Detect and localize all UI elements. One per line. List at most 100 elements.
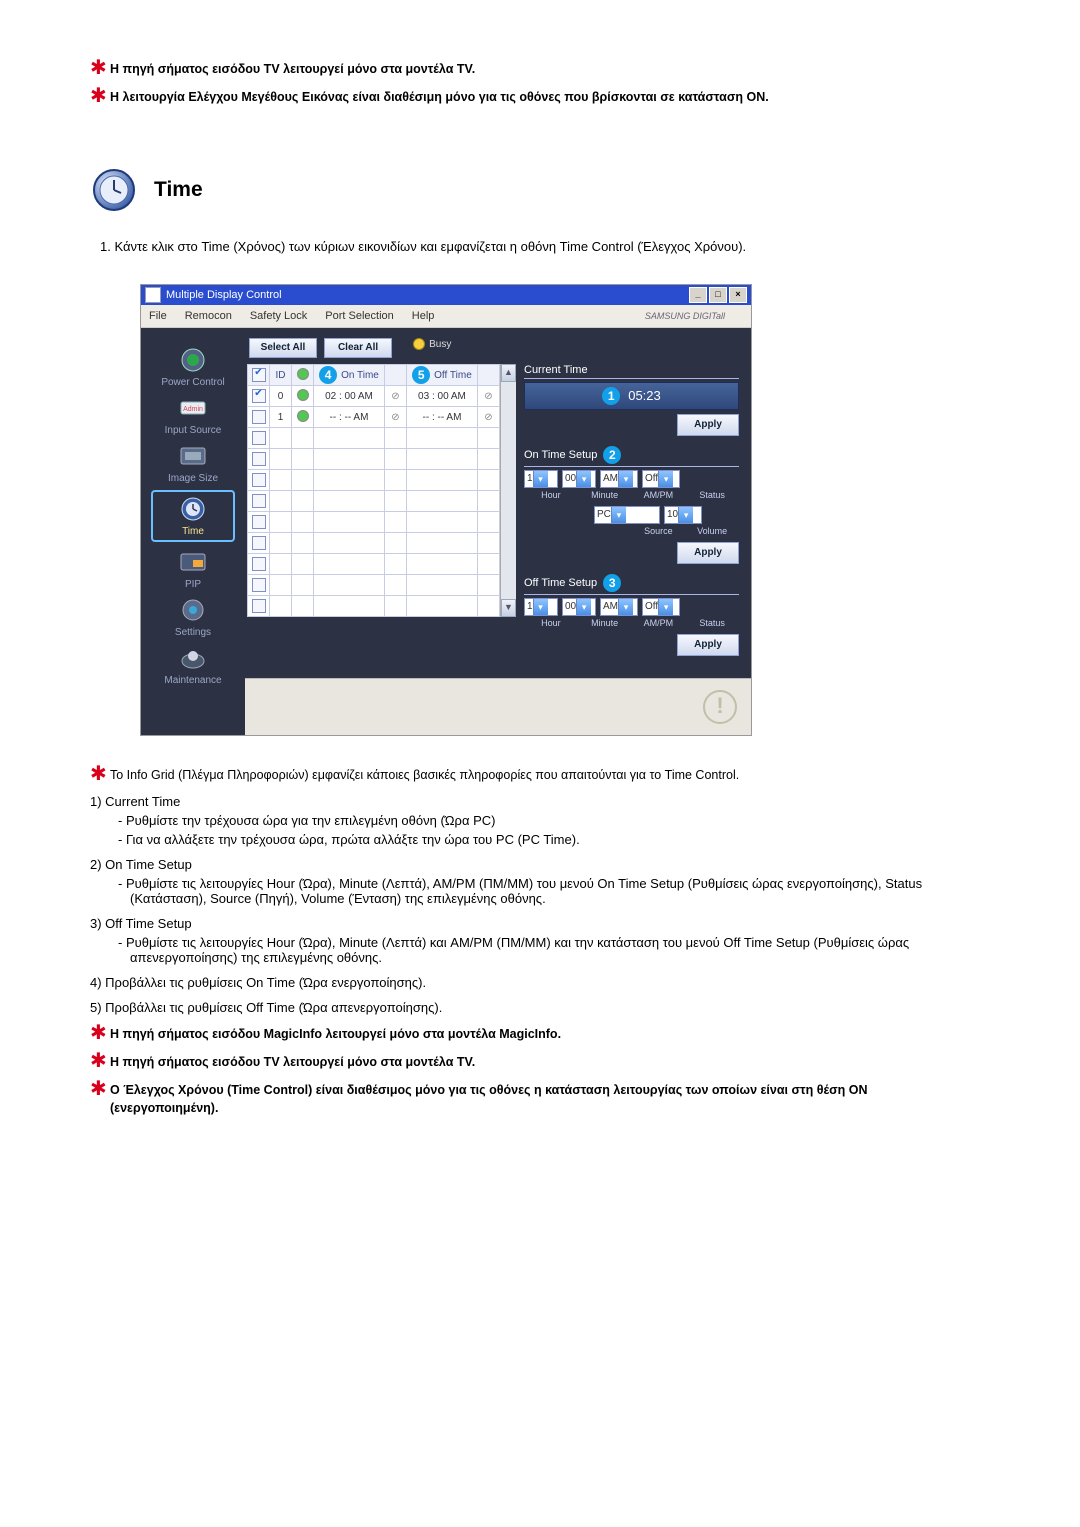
item-5: 5) Προβάλλει τις ρυθμίσεις Off Time (Ώρα… [90, 1000, 970, 1015]
col-off-time[interactable]: 5Off Time [406, 365, 477, 386]
col-checkbox[interactable] [248, 365, 270, 386]
row-on-led [384, 470, 406, 491]
dropdown-icon[interactable]: ▾ [618, 599, 633, 615]
close-button[interactable]: × [729, 287, 747, 303]
on-status-field[interactable]: Off▾ [642, 470, 680, 488]
table-row[interactable]: 002 : 00 AM⊘03 : 00 AM⊘ [248, 386, 500, 407]
row-off-led [477, 491, 499, 512]
row-checkbox[interactable] [248, 533, 270, 554]
dropdown-icon[interactable]: ▾ [618, 471, 633, 487]
select-all-button[interactable]: Select All [249, 338, 317, 358]
sidebar-item-settings[interactable]: Settings [153, 596, 233, 638]
col-off-led [477, 365, 499, 386]
row-checkbox[interactable] [248, 575, 270, 596]
note-text: Η πηγή σήματος εισόδου TV λειτουργεί μόν… [110, 1053, 475, 1071]
row-id [270, 533, 292, 554]
section-header: Time [90, 166, 970, 214]
sidebar-item-time[interactable]: Time [151, 490, 235, 542]
row-checkbox[interactable] [248, 386, 270, 407]
right-panel: Current Time 1 05:23 Apply On Time Setup… [516, 334, 747, 674]
table-scrollbar[interactable]: ▲ ▼ [500, 364, 516, 617]
menu-safety-lock[interactable]: Safety Lock [250, 310, 307, 322]
row-off-led: ⊘ [477, 386, 499, 407]
table-row[interactable] [248, 533, 500, 554]
sidebar-item-image-size[interactable]: Image Size [153, 442, 233, 484]
row-checkbox[interactable] [248, 428, 270, 449]
row-on-time: -- : -- AM [314, 407, 385, 428]
row-power-led [292, 512, 314, 533]
badge-3: 3 [603, 574, 621, 592]
off-hour-field[interactable]: 1▾ [524, 598, 558, 616]
apply-on-time-button[interactable]: Apply [677, 542, 739, 564]
table-row[interactable] [248, 491, 500, 512]
row-checkbox[interactable] [248, 449, 270, 470]
sidebar-item-power-control[interactable]: Power Control [153, 346, 233, 388]
off-status-field[interactable]: Off▾ [642, 598, 680, 616]
table-row[interactable] [248, 428, 500, 449]
minimize-button[interactable]: _ [689, 287, 707, 303]
info-icon: ! [703, 690, 737, 724]
col-id[interactable]: ID [270, 365, 292, 386]
dropdown-icon[interactable]: ▾ [658, 471, 673, 487]
table-row[interactable]: 1-- : -- AM⊘-- : -- AM⊘ [248, 407, 500, 428]
sidebar-item-pip[interactable]: PIP [153, 548, 233, 590]
menu-port-selection[interactable]: Port Selection [325, 310, 393, 322]
dropdown-icon[interactable]: ▾ [533, 599, 548, 615]
row-power-led [292, 428, 314, 449]
scroll-up-button[interactable]: ▲ [501, 364, 516, 382]
row-on-led [384, 491, 406, 512]
table-row[interactable] [248, 512, 500, 533]
sidebar-item-input-source[interactable]: Admin Input Source [153, 394, 233, 436]
dropdown-icon[interactable]: ▾ [678, 507, 693, 523]
row-on-time [314, 470, 385, 491]
dropdown-icon[interactable]: ▾ [576, 599, 591, 615]
table-row[interactable] [248, 596, 500, 617]
row-checkbox[interactable] [248, 491, 270, 512]
item-1b: Για να αλλάξετε την τρέχουσα ώρα, πρώτα … [118, 832, 970, 847]
maximize-button[interactable]: □ [709, 287, 727, 303]
dropdown-icon[interactable]: ▾ [533, 471, 548, 487]
row-on-time: 02 : 00 AM [314, 386, 385, 407]
item-3-title: 3) Off Time Setup [90, 916, 970, 931]
scroll-down-button[interactable]: ▼ [501, 599, 516, 617]
dropdown-icon[interactable]: ▾ [658, 599, 673, 615]
on-minute-field[interactable]: 00▾ [562, 470, 596, 488]
row-off-led: ⊘ [477, 407, 499, 428]
row-off-time [406, 512, 477, 533]
menu-help[interactable]: Help [412, 310, 435, 322]
off-ampm-field[interactable]: AM▾ [600, 598, 638, 616]
row-checkbox[interactable] [248, 596, 270, 617]
row-checkbox[interactable] [248, 554, 270, 575]
apply-current-time-button[interactable]: Apply [677, 414, 739, 436]
col-on-time[interactable]: 4On Time [314, 365, 385, 386]
table-row[interactable] [248, 470, 500, 491]
row-checkbox[interactable] [248, 407, 270, 428]
on-ampm-field[interactable]: AM▾ [600, 470, 638, 488]
table-row[interactable] [248, 554, 500, 575]
on-hour-field[interactable]: 1▾ [524, 470, 558, 488]
note-text: Το Info Grid (Πλέγμα Πληροφοριών) εμφανί… [110, 766, 739, 784]
row-id [270, 596, 292, 617]
menu-remocon[interactable]: Remocon [185, 310, 232, 322]
dropdown-icon[interactable]: ▾ [611, 507, 626, 523]
apply-off-time-button[interactable]: Apply [677, 634, 739, 656]
dropdown-icon[interactable]: ▾ [576, 471, 591, 487]
top-note-2: ✱ Η λειτουργία Ελέγχου Μεγέθους Εικόνας … [90, 88, 970, 106]
off-minute-field[interactable]: 00▾ [562, 598, 596, 616]
on-source-field[interactable]: PC▾ [594, 506, 660, 524]
row-on-led [384, 575, 406, 596]
busy-dot-icon [413, 338, 425, 350]
row-checkbox[interactable] [248, 470, 270, 491]
table-row[interactable] [248, 575, 500, 596]
row-power-led [292, 470, 314, 491]
on-volume-field[interactable]: 10▾ [664, 506, 702, 524]
row-on-time [314, 512, 385, 533]
row-on-led [384, 512, 406, 533]
clear-all-button[interactable]: Clear All [324, 338, 392, 358]
table-row[interactable] [248, 449, 500, 470]
sidebar-item-maintenance[interactable]: Maintenance [153, 644, 233, 686]
col-power[interactable] [292, 365, 314, 386]
row-off-led [477, 554, 499, 575]
row-checkbox[interactable] [248, 512, 270, 533]
menu-file[interactable]: File [149, 310, 167, 322]
